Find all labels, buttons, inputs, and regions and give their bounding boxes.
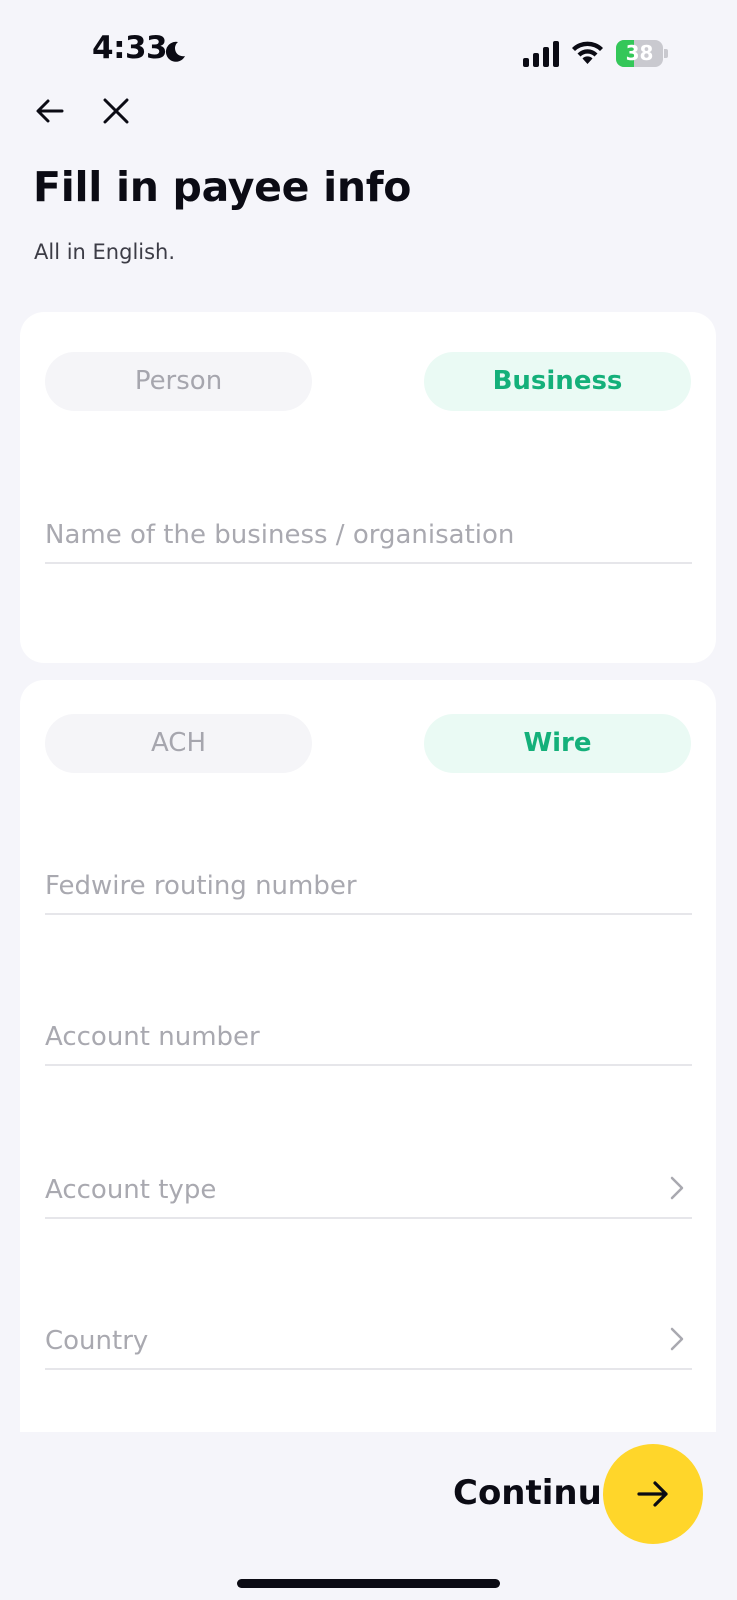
business-name-field[interactable]: Name of the business / organisation (45, 502, 692, 564)
battery-body: 38 (616, 40, 663, 67)
back-arrow-icon[interactable] (32, 93, 68, 129)
bank-details-card: ACH Wire Fedwire routing number Account … (20, 680, 716, 1432)
routing-number-field[interactable]: Fedwire routing number (45, 853, 692, 915)
moon-icon (165, 41, 185, 62)
chevron-right-icon (670, 1327, 684, 1351)
status-bar: 4:33 38 (0, 0, 737, 90)
page-title: Fill in payee info (33, 163, 412, 211)
cellular-signal-icon (523, 41, 559, 67)
payee-info-card: Person Business Name of the business / o… (20, 312, 716, 663)
account-number-placeholder: Account number (45, 1022, 260, 1052)
wifi-icon (572, 41, 603, 64)
close-icon[interactable] (98, 93, 134, 129)
continue-button[interactable] (603, 1444, 703, 1544)
routing-number-placeholder: Fedwire routing number (45, 871, 357, 901)
business-name-placeholder: Name of the business / organisation (45, 520, 515, 550)
account-type-placeholder: Account type (45, 1175, 217, 1205)
account-type-select[interactable]: Account type (45, 1157, 692, 1219)
segment-ach[interactable]: ACH (45, 714, 312, 773)
battery-tip (664, 49, 668, 58)
page-subtitle: All in English. (34, 240, 176, 264)
chevron-right-icon (670, 1176, 684, 1200)
country-select[interactable]: Country (45, 1308, 692, 1370)
segment-business[interactable]: Business (424, 352, 691, 411)
country-placeholder: Country (45, 1326, 149, 1356)
continue-label[interactable]: Continue (453, 1473, 625, 1513)
battery-level: 38 (625, 41, 654, 65)
account-number-field[interactable]: Account number (45, 1004, 692, 1066)
segment-wire[interactable]: Wire (424, 714, 691, 773)
segment-person[interactable]: Person (45, 352, 312, 411)
arrow-right-icon (637, 1481, 668, 1507)
home-indicator (237, 1579, 500, 1588)
status-time: 4:33 (92, 30, 168, 66)
battery-indicator: 38 (616, 40, 668, 67)
